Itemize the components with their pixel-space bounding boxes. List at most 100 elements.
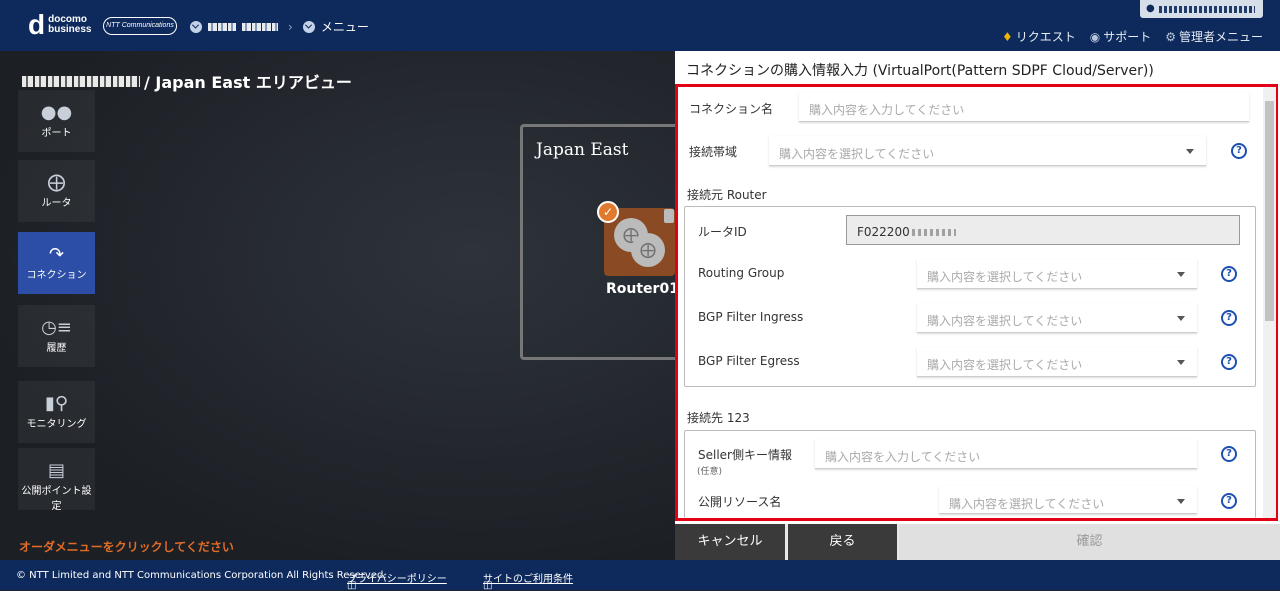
router-id-field: F022200 — [846, 215, 1240, 245]
top-header: d docomo business NTT Communications › メニ… — [0, 0, 1280, 51]
help-icon[interactable]: ? — [1221, 354, 1237, 370]
check-icon: ✓ — [597, 201, 619, 223]
placeholder: 購入内容を選択してください — [927, 358, 1083, 372]
sidebar-label: モニタリング — [26, 419, 87, 430]
sidebar-item-history[interactable]: ◷≡ 履歴 — [18, 305, 95, 367]
privacy-link-text[interactable]: プライバシーポリシー — [347, 574, 447, 585]
docomo-business-logo[interactable]: d docomo business — [28, 11, 92, 39]
purchase-panel: コネクションの購入情報入力 (VirtualPort(Pattern SDPF … — [675, 51, 1280, 560]
sidebar-label: ルータ — [41, 198, 72, 209]
terms-link[interactable]: ◫ サイトのご利用条件 — [483, 570, 573, 591]
copyright: © NTT Limited and NTT Communications Cor… — [16, 570, 387, 581]
chevron-right-icon: › — [288, 19, 293, 34]
nav-request[interactable]: ♦ リクエスト — [1002, 28, 1076, 45]
tenant-name-redacted[interactable] — [208, 22, 236, 31]
sidebar-item-monitoring[interactable]: ▮⚲ モニタリング — [18, 381, 95, 443]
panel-title: コネクションの購入情報入力 (VirtualPort(Pattern SDPF … — [686, 63, 1154, 79]
public-resource-label: 公開リソース名 — [698, 495, 782, 509]
dropdown-arrow-icon — [1177, 272, 1185, 277]
back-button[interactable]: 戻る — [788, 524, 897, 560]
router-id-label: ルータID — [698, 225, 747, 239]
sidebar-item-public-point[interactable]: ▤ 公開ポイント設定 — [18, 448, 95, 512]
logo-line2: business — [48, 24, 92, 35]
dropdown-arrow-icon — [1177, 360, 1185, 365]
optional-label: (任意) — [697, 467, 723, 477]
user-icon: ● — [1146, 3, 1155, 14]
placeholder: 購入内容を選択してください — [927, 314, 1083, 328]
router-id-redacted — [911, 229, 956, 236]
seller-key-input[interactable]: 購入内容を入力してください — [815, 439, 1197, 469]
connection-name-input[interactable]: 購入内容を入力してください — [799, 92, 1249, 122]
help-icon[interactable]: ? — [1231, 143, 1247, 159]
nav-admin-label: 管理者メニュー — [1178, 30, 1263, 44]
source-section-title: 接続元 Router — [687, 188, 767, 202]
chevron-down-icon[interactable] — [190, 20, 202, 33]
router-id-value: F022200 — [857, 225, 910, 239]
placeholder: 購入内容を入力してください — [825, 450, 981, 464]
action-bar: キャンセル 戻る 確認 — [675, 524, 1280, 560]
privacy-link[interactable]: ◫ プライバシーポリシー — [347, 570, 447, 591]
sidebar-label: コネクション — [26, 270, 87, 281]
gear-icon: ⚙ — [1165, 29, 1176, 44]
help-icon[interactable]: ? — [1221, 310, 1237, 326]
connection-name-label: コネクション名 — [689, 102, 774, 116]
placeholder: 購入内容を選択してください — [927, 270, 1083, 284]
dropdown-arrow-icon — [1177, 499, 1185, 504]
sidebar-label: 履歴 — [46, 343, 67, 354]
nav-support[interactable]: ◉ サポート — [1090, 28, 1152, 45]
tenant-id-redacted[interactable] — [242, 22, 278, 31]
help-circle-icon: ◉ — [1089, 29, 1101, 44]
dropdown-arrow-icon — [1177, 316, 1185, 321]
bell-icon: ♦ — [1001, 29, 1013, 44]
cancel-button[interactable]: キャンセル — [675, 524, 785, 560]
dropdown-arrow-icon — [1186, 149, 1194, 154]
routing-group-label: Routing Group — [698, 266, 785, 280]
confirm-button[interactable]: 確認 — [899, 524, 1280, 560]
user-account[interactable]: ● — [1140, 0, 1263, 18]
sidebar-label: ポート — [41, 128, 72, 139]
chevron-down-icon[interactable] — [302, 20, 315, 33]
port-icon: ●● — [40, 102, 73, 123]
routing-group-select[interactable]: 購入内容を選択してください — [917, 259, 1197, 289]
user-name-redacted — [1158, 5, 1255, 13]
region-name: Japan East — [536, 140, 629, 160]
bgp-ingress-select[interactable]: 購入内容を選択してください — [917, 303, 1197, 333]
bandwidth-label: 接続帯域 — [689, 145, 738, 159]
help-icon[interactable]: ? — [1221, 493, 1237, 509]
nav-request-label: リクエスト — [1015, 30, 1076, 44]
placeholder: 購入内容を選択してください — [949, 497, 1105, 511]
sidebar-item-router[interactable]: ⨁ ルータ — [18, 160, 95, 222]
top-nav: ♦ リクエスト ◉ サポート ⚙ 管理者メニュー — [1002, 28, 1263, 45]
terms-link-text[interactable]: サイトのご利用条件 — [483, 574, 573, 585]
public-resource-select[interactable]: 購入内容を選択してください — [939, 486, 1197, 514]
router-icon: ⨁ — [631, 233, 665, 267]
footer: © NTT Limited and NTT Communications Cor… — [0, 560, 1280, 591]
seller-key-label: Seller側キー情報 — [698, 448, 792, 462]
bandwidth-select[interactable]: 購入内容を選択してください — [769, 136, 1206, 166]
placeholder: 購入内容を選択してください — [779, 147, 935, 161]
placeholder: 購入内容を入力してください — [809, 103, 965, 117]
help-icon[interactable]: ? — [1221, 446, 1237, 462]
scrollbar-thumb[interactable] — [1265, 101, 1274, 321]
ntt-communications-logo: NTT Communications — [103, 17, 177, 35]
bgp-ingress-label: BGP Filter Ingress — [698, 310, 804, 324]
breadcrumb: › メニュー — [190, 18, 369, 35]
router-name: Router01 — [606, 281, 679, 297]
nav-admin-menu[interactable]: ⚙ 管理者メニュー — [1165, 28, 1263, 45]
bgp-egress-label: BGP Filter Egress — [698, 354, 800, 368]
history-icon: ◷≡ — [41, 317, 72, 338]
sidebar-item-connection[interactable]: ↷ コネクション — [18, 232, 95, 294]
bgp-egress-select[interactable]: 購入内容を選択してください — [917, 347, 1197, 377]
breadcrumb-menu[interactable]: メニュー — [321, 18, 369, 35]
router-tab — [664, 209, 674, 223]
order-hint: オーダメニューをクリックしてください — [19, 540, 234, 554]
help-icon[interactable]: ? — [1221, 266, 1237, 282]
monitoring-icon: ▮⚲ — [44, 393, 69, 414]
sidebar-label: 公開ポイント設定 — [21, 486, 92, 512]
dest-section-title: 接続先 123 — [687, 411, 750, 425]
external-link-icon: ◫ — [347, 580, 357, 591]
area-title-text: / Japan East エリアビュー — [144, 73, 352, 92]
nav-support-label: サポート — [1103, 30, 1152, 44]
tenant-name-redacted — [22, 75, 140, 87]
sidebar-item-port[interactable]: ●● ポート — [18, 90, 95, 152]
